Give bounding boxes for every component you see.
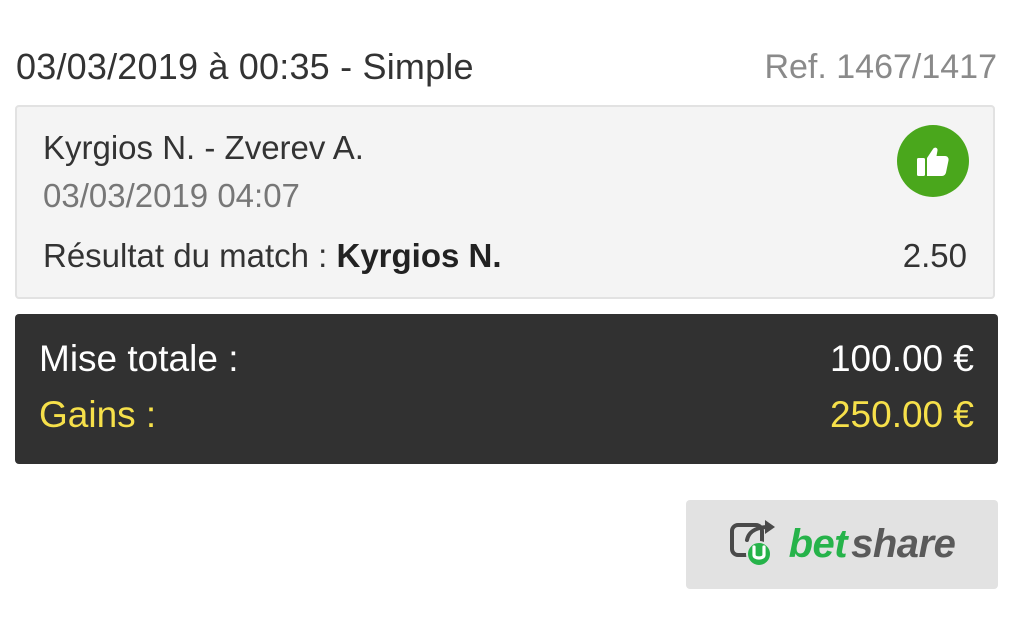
betshare-share-icon	[729, 516, 781, 573]
stake-label: Mise totale :	[39, 338, 239, 379]
bet-selection-card: Kyrgios N. - Zverev A. 03/03/2019 04:07 …	[15, 105, 995, 299]
market-line: Résultat du match : Kyrgios N.	[43, 237, 502, 275]
betshare-button[interactable]: bet share	[686, 500, 998, 589]
betshare-text-bet: bet	[788, 522, 848, 566]
stake-row: Mise totale : 100.00 €	[39, 338, 974, 380]
bet-summary: Mise totale : 100.00 € Gains : 250.00 €	[15, 314, 998, 464]
gains-value: 250.00 €	[829, 394, 974, 435]
gains-label: Gains :	[39, 394, 157, 435]
bet-header: 03/03/2019 à 00:35 - Simple Ref. 1467/14…	[16, 44, 997, 90]
bet-history-page: 03/03/2019 à 00:35 - Simple Ref. 1467/14…	[0, 0, 1015, 621]
odds-value: 2.50	[902, 237, 967, 274]
gains-row: Gains : 250.00 €	[39, 394, 974, 436]
betshare-wordmark: bet share	[789, 522, 956, 567]
betshare-content: bet share	[729, 516, 956, 573]
thumbs-up-icon	[897, 125, 969, 197]
bet-title: 03/03/2019 à 00:35 - Simple	[16, 46, 474, 87]
bet-reference: Ref. 1467/1417	[764, 47, 997, 86]
match-name: Kyrgios N. - Zverev A.	[43, 129, 364, 166]
market-label: Résultat du match :	[43, 237, 337, 274]
betshare-text-share: share	[851, 522, 956, 566]
match-datetime: 03/03/2019 04:07	[43, 177, 300, 214]
stake-value: 100.00 €	[829, 338, 974, 379]
selection-value: Kyrgios N.	[336, 237, 502, 274]
